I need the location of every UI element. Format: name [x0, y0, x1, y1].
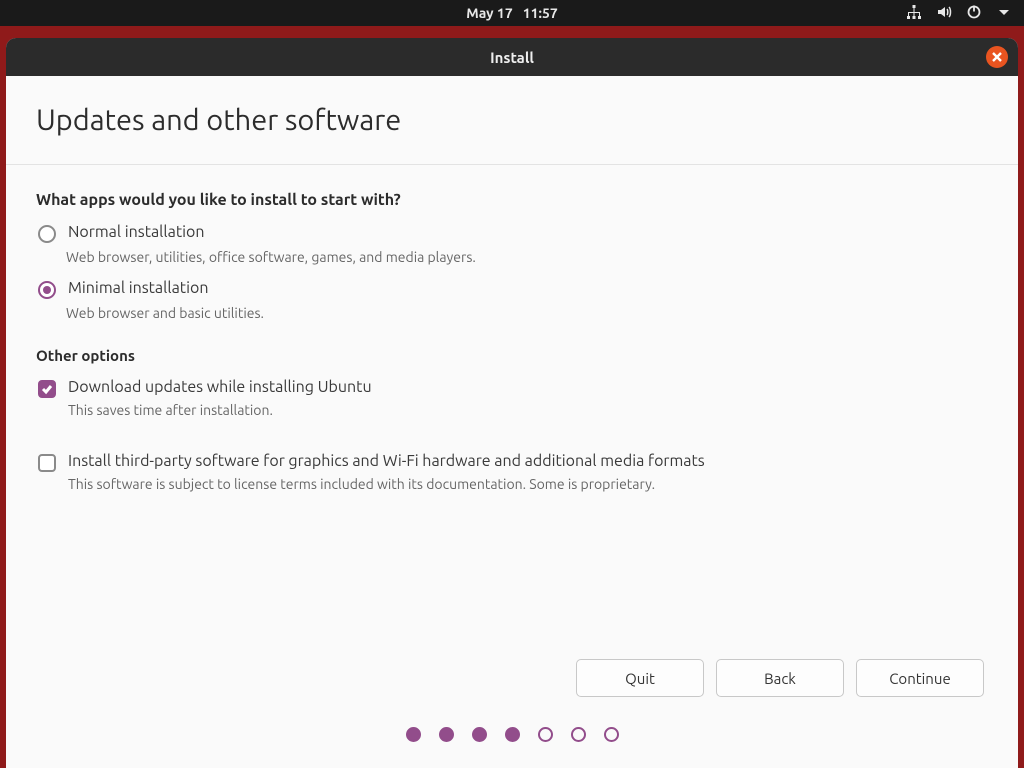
- page-title: Updates and other software: [36, 104, 988, 136]
- back-button[interactable]: Back: [716, 659, 844, 697]
- power-icon[interactable]: [966, 4, 982, 23]
- installer-content: Updates and other software What apps wou…: [6, 76, 1018, 768]
- footer-buttons: Quit Back Continue: [36, 659, 988, 727]
- network-icon[interactable]: [906, 4, 922, 23]
- clock[interactable]: May 17 11:57: [466, 5, 558, 21]
- progress-dot-1: [406, 727, 421, 742]
- system-topbar: May 17 11:57: [0, 0, 1024, 26]
- window-title: Install: [490, 49, 534, 66]
- radio-minimal-desc: Web browser and basic utilities.: [66, 305, 988, 321]
- progress-dots: [36, 727, 988, 768]
- radio-minimal[interactable]: [38, 281, 56, 299]
- desktop-background: Install Updates and other software What …: [0, 26, 1024, 768]
- progress-dot-3: [472, 727, 487, 742]
- checkbox-third-party[interactable]: [38, 454, 56, 472]
- option-minimal-installation[interactable]: Minimal installation: [36, 279, 988, 299]
- progress-dot-7: [604, 727, 619, 742]
- close-button[interactable]: [986, 46, 1008, 68]
- checkbox-third-party-label: Install third-party software for graphic…: [68, 452, 705, 470]
- volume-icon[interactable]: [936, 4, 952, 23]
- checkbox-third-party-desc: This software is subject to license term…: [68, 476, 705, 492]
- radio-minimal-label: Minimal installation: [68, 279, 208, 297]
- option-download-updates[interactable]: Download updates while installing Ubuntu…: [36, 378, 988, 428]
- installer-window: Install Updates and other software What …: [6, 38, 1018, 768]
- radio-normal[interactable]: [38, 225, 56, 243]
- quit-button[interactable]: Quit: [576, 659, 704, 697]
- checkbox-download-updates-label: Download updates while installing Ubuntu: [68, 378, 372, 396]
- clock-time: 11:57: [523, 5, 558, 21]
- radio-normal-desc: Web browser, utilities, office software,…: [66, 249, 988, 265]
- progress-dot-6: [571, 727, 586, 742]
- radio-normal-label: Normal installation: [68, 223, 205, 241]
- continue-button[interactable]: Continue: [856, 659, 984, 697]
- system-tray: [906, 4, 1012, 23]
- progress-dot-5: [538, 727, 553, 742]
- window-titlebar: Install: [6, 38, 1018, 76]
- clock-date: May 17: [466, 5, 512, 21]
- checkmark-icon: [41, 383, 53, 395]
- close-icon: [992, 52, 1002, 62]
- divider: [6, 164, 1018, 165]
- chevron-down-icon[interactable]: [996, 4, 1012, 23]
- progress-dot-4: [505, 727, 520, 742]
- install-type-question: What apps would you like to install to s…: [36, 191, 988, 209]
- checkbox-download-updates-desc: This saves time after installation.: [68, 402, 372, 418]
- checkbox-download-updates[interactable]: [38, 380, 56, 398]
- option-normal-installation[interactable]: Normal installation: [36, 223, 988, 243]
- progress-dot-2: [439, 727, 454, 742]
- option-third-party[interactable]: Install third-party software for graphic…: [36, 452, 988, 502]
- other-options-heading: Other options: [36, 347, 988, 364]
